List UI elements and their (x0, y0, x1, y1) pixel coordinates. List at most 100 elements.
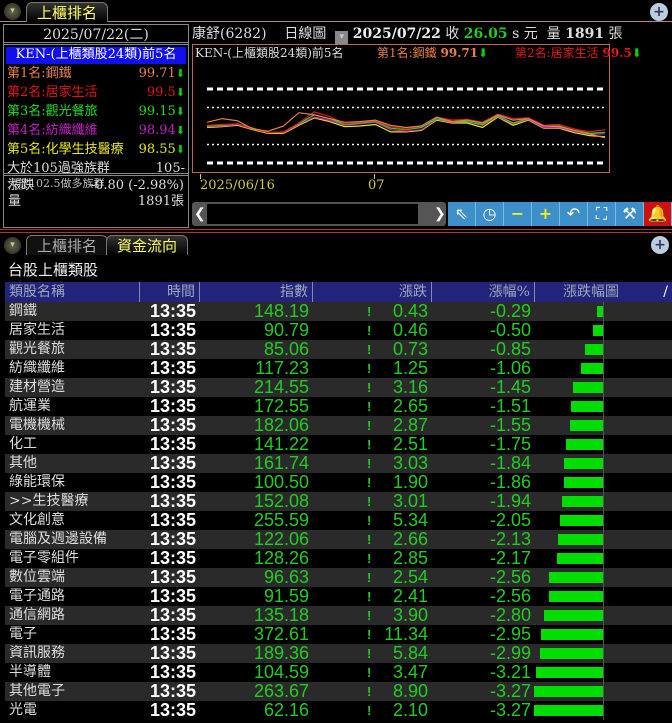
pct-value: -1.06 (489, 358, 531, 378)
tab-fund-flow[interactable]: 資金流向 (106, 235, 189, 255)
pct-value: -2.80 (489, 605, 531, 625)
settings-wrench-icon[interactable]: ⚒ (616, 202, 644, 226)
col-name[interactable]: 類股名稱 (5, 282, 140, 302)
change-value: 2.41 (392, 586, 428, 606)
change-bar (549, 591, 603, 602)
rank-item[interactable]: 第3名:觀光餐旅 99.15⬇ (4, 102, 188, 121)
col-index[interactable]: 指數 (200, 282, 313, 302)
index-value: 214.55 (253, 377, 309, 397)
table-row[interactable]: 化工 13:35 141.22 ! 2.51 -1.75 (5, 435, 672, 454)
change-bar (540, 648, 603, 659)
table-row[interactable]: 半導體 13:35 104.59 ! 3.47 -3.21 (5, 663, 672, 682)
table-row[interactable]: 鋼鐵 13:35 148.19 ! 0.43 -0.29 (5, 302, 672, 321)
table-row[interactable]: >>生技醫療 13:35 152.08 ! 3.01 -1.94 (5, 492, 672, 511)
table-row[interactable]: 電子 13:35 372.61 ! 11.34 -2.95 (5, 625, 672, 644)
sort-icon[interactable]: / (663, 282, 668, 302)
cursor-arrow-icon[interactable]: ⇖ (448, 202, 476, 226)
tab-otc-ranking[interactable]: 上櫃排名 (26, 2, 109, 22)
zoom-plus-icon[interactable]: + (532, 202, 560, 226)
index-value: 141.22 (253, 434, 309, 454)
scroll-right-button[interactable]: ❯ (434, 204, 446, 224)
table-row[interactable]: 航運業 13:35 172.55 ! 2.65 -1.51 (5, 397, 672, 416)
time: 13:35 (149, 643, 196, 663)
table-row[interactable]: 資訊服務 13:35 189.36 ! 5.84 -2.99 (5, 644, 672, 663)
divider (0, 229, 672, 233)
time: 13:35 (149, 377, 196, 397)
tick-mark-icon: ! (367, 570, 372, 585)
change-value: 2.65 (392, 396, 428, 416)
table-row[interactable]: 觀光餐旅 13:35 85.06 ! 0.73 -0.85 (5, 340, 672, 359)
table-row[interactable]: 電腦及週邊設備 13:35 122.06 ! 2.66 -2.13 (5, 530, 672, 549)
sector-name: 綠能環保 (9, 474, 65, 490)
time: 13:35 (149, 662, 196, 682)
tick-mark-icon: ! (367, 665, 372, 680)
clock-icon[interactable]: ◷ (476, 202, 504, 226)
index-value: 104.59 (253, 662, 309, 682)
alert-bell-icon[interactable]: 🔔 (644, 202, 672, 226)
rank-item[interactable]: 第1名:鋼鐵 99.71⬇ (4, 64, 188, 83)
sector-name: 電腦及週邊設備 (9, 531, 107, 547)
table-row[interactable]: 紡織纖維 13:35 117.23 ! 1.25 -1.06 (5, 359, 672, 378)
sector-name: 電子 (9, 626, 37, 642)
scroll-left-button[interactable]: ❮ (194, 204, 206, 224)
close-suffix: s 元 (512, 26, 538, 42)
zoom-in-icon[interactable]: + (650, 3, 668, 21)
sector-name: 居家生活 (9, 322, 65, 338)
rank-item[interactable]: 第4名:紡織纖維 98.94⬇ (4, 121, 188, 140)
chart-scrollbar[interactable]: ❮ ❯ (192, 202, 446, 226)
table-row[interactable]: 居家生活 13:35 90.79 ! 0.46 -0.50 (5, 321, 672, 340)
menu-dropdown-icon[interactable]: ▾ (4, 237, 21, 254)
period-dropdown[interactable]: ▾ (335, 31, 349, 44)
table-row[interactable]: 光電 13:35 62.16 ! 2.10 -3.27 (5, 701, 672, 720)
table-row[interactable]: 電子零組件 13:35 128.26 ! 2.85 -2.17 (5, 549, 672, 568)
col-time[interactable]: 時間 (140, 282, 200, 302)
table-row[interactable]: 電子通路 13:35 91.59 ! 2.41 -2.56 (5, 587, 672, 606)
rank-item[interactable]: 第5名:化學生技醫療 98.55⬇ (4, 140, 188, 159)
change-bar (557, 553, 603, 564)
index-value: 122.06 (253, 529, 309, 549)
zoom-out-icon[interactable]: − (504, 202, 532, 226)
scroll-track[interactable] (207, 204, 418, 224)
change-value: 2.66 (392, 529, 428, 549)
zoom-in-icon[interactable]: + (651, 236, 669, 254)
fit-screen-icon[interactable]: ⛶ (588, 202, 616, 226)
down-arrow-icon: ⬇ (175, 86, 185, 99)
pct-value: -2.17 (489, 548, 531, 568)
time: 13:35 (149, 472, 196, 492)
rank-item[interactable]: 第2名:居家生活 99.5⬇ (4, 83, 188, 102)
table-row[interactable]: 數位雲端 13:35 96.63 ! 2.54 -2.56 (5, 568, 672, 587)
rank-value: 98.94 (138, 123, 176, 138)
table-row[interactable]: 其他電子 13:35 263.67 ! 8.90 -3.27 (5, 682, 672, 701)
col-pct[interactable]: 漲幅% (432, 282, 535, 302)
time: 13:35 (149, 624, 196, 644)
sector-table: 鋼鐵 13:35 148.19 ! 0.43 -0.29 居家生活 13:35 9… (5, 302, 672, 720)
col-graph[interactable]: 漲跌幅圖 (563, 282, 619, 302)
menu-dropdown-icon[interactable]: ▾ (4, 3, 21, 20)
index-value: 182.06 (253, 415, 309, 435)
col-change[interactable]: 漲跌 (313, 282, 432, 302)
table-row[interactable]: 綠能環保 13:35 100.50 ! 1.90 -1.86 (5, 473, 672, 492)
undo-icon[interactable]: ↶ (560, 202, 588, 226)
time: 13:35 (149, 567, 196, 587)
time: 13:35 (149, 529, 196, 549)
ranking-panel: 2025/07/22(二) KEN-(上櫃類股24類)前5名 第1名:鋼鐵 99.… (3, 24, 189, 228)
tab-otc-ranking-2[interactable]: 上櫃排名 (26, 235, 109, 255)
volume-label: 量 (8, 194, 22, 209)
index-value: 135.18 (253, 605, 309, 625)
pct-value: -1.94 (489, 491, 531, 511)
rank-label: 第1名:鋼鐵 (7, 66, 72, 81)
tick-mark-icon: ! (367, 342, 372, 357)
table-row[interactable]: 其他 13:35 161.74 ! 3.03 -1.84 (5, 454, 672, 473)
table-row[interactable]: 電機機械 13:35 182.06 ! 2.87 -1.55 (5, 416, 672, 435)
change-bar (535, 667, 603, 678)
rank-label: 第2名:居家生活 (7, 85, 98, 100)
table-row[interactable]: 通信網路 13:35 135.18 ! 3.90 -2.80 (5, 606, 672, 625)
chart-header: 康舒(6282) 日線圖 ▾ 2025/07/22 收 26.05 s 元 量 … (192, 24, 672, 44)
tick-mark-icon: ! (367, 551, 372, 566)
sector-name: 觀光餐旅 (9, 341, 65, 357)
table-row[interactable]: 建材營造 13:35 214.55 ! 3.16 -1.45 (5, 378, 672, 397)
chart-area[interactable]: KEN-(上櫃類股24類)前5名 第1名:鋼鐵 99.71⬇ 第2名:居家生活 … (192, 44, 642, 173)
table-row[interactable]: 文化創意 13:35 255.59 ! 5.34 -2.05 (5, 511, 672, 530)
sector-name: >>生技醫療 (9, 493, 89, 509)
change-bar (558, 534, 603, 545)
